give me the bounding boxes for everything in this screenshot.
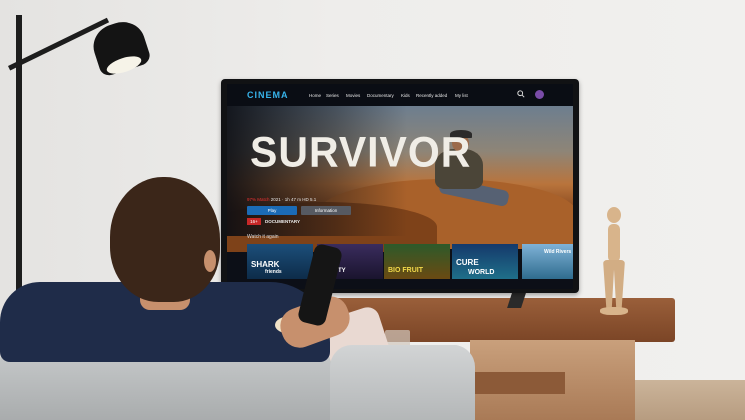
movie-meta: 97% Match 2021 · 1h 47 m HD 5.1	[247, 197, 316, 202]
thumbnail-title: SHARK	[251, 260, 280, 269]
floor-lamp-pole	[16, 15, 22, 300]
wooden-mannequin-base	[600, 307, 628, 315]
nav-item-recently-added[interactable]: Recently added	[416, 93, 447, 98]
wooden-mannequin	[608, 224, 620, 262]
man-ear	[204, 250, 216, 272]
thumbnail-subtitle: WORLD	[468, 269, 495, 276]
thumbnail-cure-the-world[interactable]: CURE WORLD	[452, 244, 518, 279]
genre-label: DOCUMENTARY	[265, 219, 300, 224]
sofa-armrest	[330, 345, 475, 420]
nav-item-my-list[interactable]: My list	[455, 93, 468, 98]
row-title: Watch it again	[247, 234, 279, 240]
hero-title: SURVIVOR	[250, 127, 472, 177]
nav-item-movies[interactable]: Movies	[346, 93, 360, 98]
profile-avatar[interactable]	[535, 90, 544, 99]
tv-screen: CINEMA Home Series Movies Documentary Ki…	[227, 84, 573, 289]
movie-details: 2021 · 1h 47 m HD 5.1	[270, 197, 317, 202]
match-label: 97% Match	[247, 197, 270, 202]
thumbnail-shark-friends[interactable]: SHARK friends	[247, 244, 313, 279]
age-rating-badge: 16+	[247, 218, 261, 225]
nav-item-series[interactable]: Series	[326, 93, 339, 98]
sideboard-shelf	[470, 372, 565, 394]
thumbnail-subtitle: friends	[265, 269, 282, 275]
nav-item-documentary[interactable]: Documentary	[367, 93, 394, 98]
streaming-logo: CINEMA	[247, 90, 289, 100]
wooden-mannequin-head	[607, 207, 621, 223]
nav-item-kids[interactable]: Kids	[401, 93, 410, 98]
search-icon[interactable]	[517, 90, 525, 98]
play-button[interactable]: Play	[247, 206, 297, 215]
thumbnail-wild-rivers[interactable]: Wild Rivers	[522, 244, 573, 279]
thumbnail-bio-fruit[interactable]: BIO FRUIT	[384, 244, 450, 279]
streaming-nav-bar: CINEMA Home Series Movies Documentary Ki…	[227, 84, 573, 106]
man-head	[110, 177, 220, 302]
thumbnail-title: CURE	[456, 258, 479, 267]
information-button[interactable]: Information	[301, 206, 351, 215]
nav-item-home[interactable]: Home	[309, 93, 321, 98]
thumbnail-title: BIO FRUIT	[388, 267, 423, 274]
thumbnail-title: Wild Rivers	[544, 249, 572, 255]
